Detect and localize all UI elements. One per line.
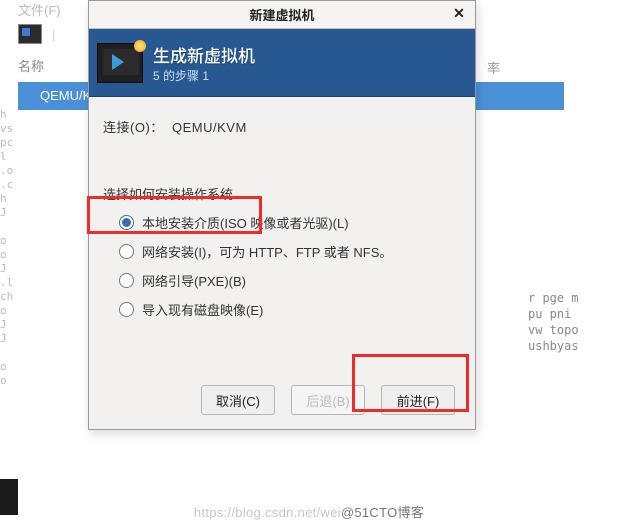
dialog-body: 连接(O)： QEMU/KVM 选择如何安装操作系统 本地安装介质(ISO 映像… xyxy=(89,97,475,331)
dialog-titlebar: 新建虚拟机 ✕ xyxy=(89,1,475,29)
radio-network-install[interactable] xyxy=(119,244,134,259)
cancel-button[interactable]: 取消(C) xyxy=(201,385,275,415)
column-header-name[interactable]: 名称 xyxy=(18,56,44,75)
radio-label-local-iso: 本地安装介质(ISO 映像或者光驱)(L) xyxy=(142,213,349,232)
radio-import-disk[interactable] xyxy=(119,302,134,317)
new-vm-dialog: 新建虚拟机 ✕ 生成新虚拟机 5 的步骤 1 连接(O)： QEMU/KVM 选… xyxy=(88,0,476,430)
install-method-radio-group: 本地安装介质(ISO 映像或者光驱)(L) 网络安装(I)，可为 HTTP、FT… xyxy=(119,213,463,319)
dialog-buttons: 取消(C) 后退(B) 前进(F) xyxy=(89,385,475,415)
forward-button[interactable]: 前进(F) xyxy=(381,385,455,415)
dialog-banner: 生成新虚拟机 5 的步骤 1 xyxy=(89,29,475,97)
banner-title: 生成新虚拟机 xyxy=(153,42,255,67)
bg-terminal-left: h vs pc l .o .c h J o o J .l ch o J J o … xyxy=(0,108,18,388)
radio-label-import-disk: 导入现有磁盘映像(E) xyxy=(142,300,263,319)
column-header-rate[interactable]: 率 xyxy=(487,58,500,77)
radio-opt-import-disk[interactable]: 导入现有磁盘映像(E) xyxy=(119,300,463,319)
monitor-icon xyxy=(18,24,42,44)
radio-opt-network-install[interactable]: 网络安装(I)，可为 HTTP、FTP 或者 NFS。 xyxy=(119,242,463,261)
toolbar-new-vm-icon[interactable]: | xyxy=(18,24,55,44)
radio-label-network-install: 网络安装(I)，可为 HTTP、FTP 或者 NFS。 xyxy=(142,242,392,261)
install-method-label: 选择如何安装操作系统 xyxy=(103,184,463,203)
main-menu-file[interactable]: 文件(F) xyxy=(18,0,61,19)
back-button: 后退(B) xyxy=(291,385,365,415)
radio-label-pxe: 网络引导(PXE)(B) xyxy=(142,271,246,290)
radio-local-iso[interactable] xyxy=(119,215,134,230)
dialog-title: 新建虚拟机 xyxy=(249,5,314,24)
vm-monitor-icon xyxy=(97,43,143,83)
connection-value: QEMU/KVM xyxy=(172,120,247,135)
connection-key: 连接(O)： xyxy=(103,120,164,135)
close-icon[interactable]: ✕ xyxy=(449,3,469,23)
connection-line: 连接(O)： QEMU/KVM xyxy=(103,117,463,136)
radio-opt-local-iso[interactable]: 本地安装介质(ISO 映像或者光驱)(L) xyxy=(119,213,463,232)
watermark: https://blog.csdn.net/wei@51CTO博客 xyxy=(0,502,618,521)
radio-pxe[interactable] xyxy=(119,273,134,288)
banner-step-subtitle: 5 的步骤 1 xyxy=(153,67,255,84)
radio-opt-pxe[interactable]: 网络引导(PXE)(B) xyxy=(119,271,463,290)
bg-terminal-right: r pge m pu pni vw topo ushbyas xyxy=(528,290,618,354)
